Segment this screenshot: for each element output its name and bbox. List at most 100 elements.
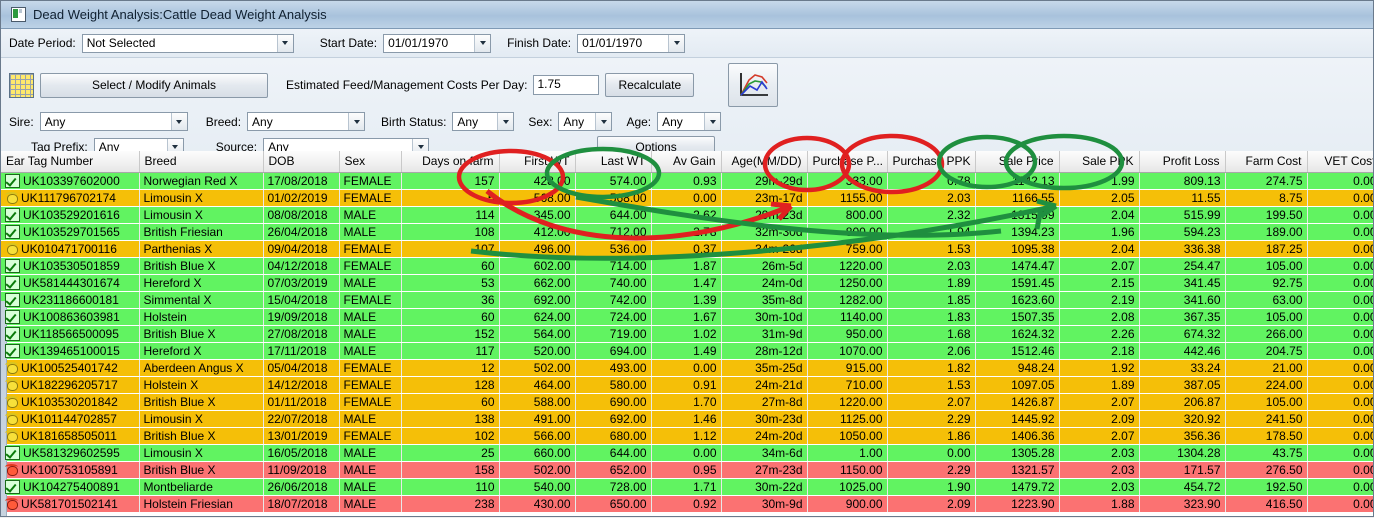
table-row[interactable]: UK100525401742 Aberdeen Angus X 05/04/2018…	[1, 359, 1373, 377]
column-header-profit-loss[interactable]: Profit Loss	[1139, 151, 1226, 173]
cow-icon[interactable]	[5, 378, 18, 391]
column-header-purchase-ppk[interactable]: Purchase PPK	[887, 151, 976, 173]
table-row[interactable]: UK101144702857 Limousin X 22/07/2018 MALE 13…	[1, 410, 1373, 428]
tick-icon[interactable]	[5, 292, 20, 307]
table-row[interactable]: UK111796702174 Limousin X 01/02/2019 FEMALE…	[1, 189, 1373, 207]
cell-av-gain: 1.12	[651, 427, 722, 445]
cell-vet-cost: 0.00	[1307, 223, 1373, 241]
table-row[interactable]: UK103397602000 Norwegian Red X 17/08/2018 F…	[1, 172, 1373, 190]
tick-icon[interactable]	[5, 224, 20, 239]
sire-combo[interactable]: Any	[39, 112, 188, 131]
cow-red-icon[interactable]	[5, 463, 18, 476]
feed-cost-label: Estimated Feed/Management Costs Per Day:	[286, 78, 528, 92]
chevron-down-icon[interactable]	[668, 34, 685, 52]
sire-label: Sire:	[9, 114, 34, 129]
chevron-down-icon[interactable]	[704, 113, 721, 130]
column-header-sex[interactable]: Sex	[339, 151, 402, 173]
column-header-breed[interactable]: Breed	[139, 151, 264, 173]
chevron-down-icon[interactable]	[276, 34, 293, 52]
cell-sale-price: 1142.13	[975, 172, 1060, 190]
tick-icon[interactable]	[5, 207, 20, 222]
tick-icon[interactable]	[5, 258, 20, 273]
cow-icon[interactable]	[5, 242, 18, 255]
cell-dob: 15/04/2018	[263, 291, 340, 309]
table-row[interactable]: UK581329602595 Limousin X 16/05/2018 MALE 25…	[1, 444, 1373, 462]
chevron-down-icon[interactable]	[497, 113, 514, 130]
column-header-av-gain[interactable]: Av Gain	[651, 151, 722, 173]
tick-icon[interactable]	[5, 173, 20, 188]
date-period-combo[interactable]: Not Selected	[81, 33, 294, 53]
table-row[interactable]: UK581444301674 Hereford X 07/03/2019 MALE 53…	[1, 274, 1373, 292]
cell-breed: Parthenias X	[139, 240, 264, 258]
cell-sex: MALE	[339, 325, 402, 343]
select-modify-animals-button[interactable]: Select / Modify Animals	[40, 72, 268, 98]
ear-tag-cell: UK010471700116	[1, 240, 140, 258]
cell-farm-cost: 105.00	[1225, 257, 1308, 275]
column-header-last-wt[interactable]: Last WT	[575, 151, 652, 173]
cow-icon[interactable]	[5, 361, 18, 374]
chevron-down-icon[interactable]	[474, 34, 491, 52]
cell-farm-cost: 192.50	[1225, 478, 1308, 496]
column-header-farm-cost[interactable]: Farm Cost	[1225, 151, 1308, 173]
table-row[interactable]: UK100863603981 Holstein 19/09/2018 MALE 60 62…	[1, 308, 1373, 326]
column-header-first-wt[interactable]: First WT	[499, 151, 576, 173]
column-header-days-on-farm[interactable]: Days on farm	[401, 151, 500, 173]
cow-icon[interactable]	[5, 429, 18, 442]
animals-table-container[interactable]: Ear Tag Number Breed DOB Sex Days on farm Fir…	[1, 151, 1373, 516]
tick-icon[interactable]	[5, 343, 20, 358]
age-combo[interactable]: Any	[657, 112, 722, 131]
ear-tag-text: UK118566500095	[23, 326, 119, 341]
cow-red-icon[interactable]	[5, 497, 18, 510]
column-header-purchase-p[interactable]: Purchase P...	[807, 151, 888, 173]
cell-av-gain: 0.93	[651, 172, 722, 190]
feed-cost-input[interactable]: 1.75	[533, 75, 600, 95]
cell-vet-cost: 0.00	[1307, 291, 1373, 309]
table-row[interactable]: UK139465100015 Hereford X 17/11/2018 MALE 11…	[1, 342, 1373, 360]
cell-days-on-farm: 60	[401, 308, 500, 326]
start-date-combo[interactable]: 01/01/1970	[383, 33, 492, 53]
column-header-dob[interactable]: DOB	[263, 151, 340, 173]
recalculate-button[interactable]: Recalculate	[605, 73, 695, 97]
tick-icon[interactable]	[5, 445, 20, 460]
table-row[interactable]: UK103530201842 British Blue X 01/11/2018 FE…	[1, 393, 1373, 411]
column-header-sale-price[interactable]: Sale Price	[975, 151, 1060, 173]
cell-sale-ppk: 2.07	[1059, 393, 1140, 411]
cow-icon[interactable]	[5, 395, 18, 408]
birth-status-combo[interactable]: Any	[452, 112, 515, 131]
table-row[interactable]: UK103530501859 British Blue X 04/12/2018 FE…	[1, 257, 1373, 275]
cell-vet-cost: 0.00	[1307, 376, 1373, 394]
table-row[interactable]: UK182296205717 Holstein X 14/12/2018 FEMALE…	[1, 376, 1373, 394]
table-row[interactable]: UK181658505011 British Blue X 13/01/2019 FE…	[1, 427, 1373, 445]
table-row[interactable]: UK581701502141 Holstein Friesian 18/07/201…	[1, 495, 1373, 513]
chart-view-button[interactable]	[728, 63, 779, 107]
table-row[interactable]: UK231186600181 Simmental X 15/04/2018 FEMAL…	[1, 291, 1373, 309]
column-header-sale-ppk[interactable]: Sale PPK	[1059, 151, 1140, 173]
table-row[interactable]: UK118566500095 British Blue X 27/08/2018 MA…	[1, 325, 1373, 343]
column-header-age-mm-dd[interactable]: Age(MM/DD)	[721, 151, 808, 173]
cell-vet-cost: 0.00	[1307, 444, 1373, 462]
chevron-down-icon[interactable]	[595, 113, 612, 130]
column-header-ear-tag-number[interactable]: Ear Tag Number	[1, 151, 140, 173]
tick-icon[interactable]	[5, 309, 20, 324]
breed-combo[interactable]: Any	[247, 112, 366, 131]
finish-date-combo[interactable]: 01/01/1970	[577, 33, 686, 53]
ear-tag-text: UK100753105891	[21, 462, 118, 477]
table-row[interactable]: UK100753105891 British Blue X 11/09/2018 MA…	[1, 461, 1373, 479]
table-row[interactable]: UK010471700116 Parthenias X 09/04/2018 FEMA…	[1, 240, 1373, 258]
tick-icon[interactable]	[5, 479, 20, 494]
tick-icon[interactable]	[5, 326, 20, 341]
grid-icon[interactable]	[9, 72, 34, 98]
cow-icon[interactable]	[5, 191, 18, 204]
ear-tag-cell: UK139465100015	[1, 342, 140, 360]
tick-icon[interactable]	[5, 275, 20, 290]
cow-icon[interactable]	[5, 412, 18, 425]
chevron-down-icon[interactable]	[170, 113, 187, 130]
chevron-down-icon[interactable]	[348, 113, 365, 130]
column-header-vet-cost[interactable]: VET Cost	[1307, 151, 1373, 173]
table-row[interactable]: UK103529201616 Limousin X 08/08/2018 MALE 11…	[1, 206, 1373, 224]
table-row[interactable]: UK103529701565 British Friesian 26/04/2018…	[1, 223, 1373, 241]
cell-breed: Holstein Friesian	[139, 495, 264, 513]
sex-combo[interactable]: Any	[558, 112, 613, 131]
table-row[interactable]: UK104275400891 Montbeliarde 26/06/2018 MALE…	[1, 478, 1373, 496]
cell-purchase-ppk: 1.68	[887, 325, 976, 343]
